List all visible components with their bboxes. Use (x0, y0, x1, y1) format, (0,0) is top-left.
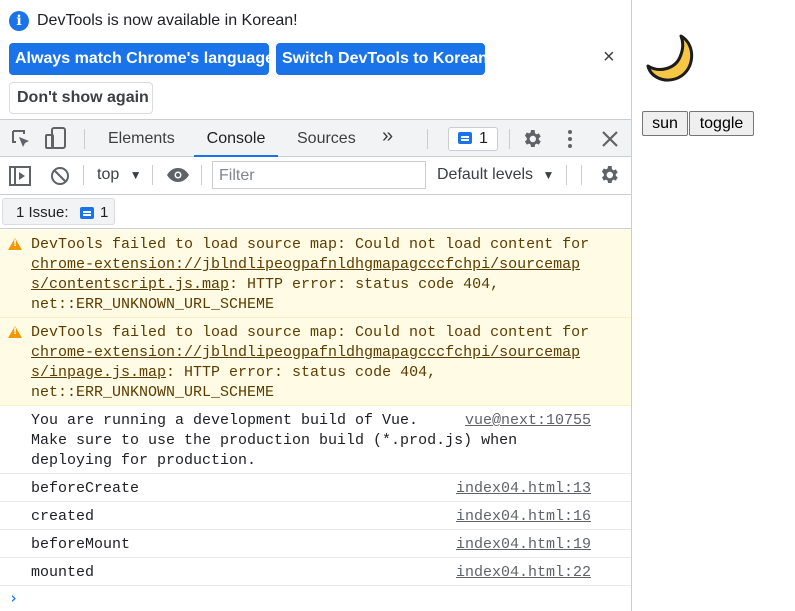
settings-gear-icon[interactable] (521, 128, 543, 150)
message-body: DevTools failed to load source map: Coul… (31, 323, 596, 403)
message-icon (458, 132, 472, 144)
sidebar-toggle-icon[interactable] (9, 166, 31, 186)
message-text: net::ERR_UNKNOWN_URL_SCHEME (31, 384, 275, 401)
toolbar-divider (427, 129, 428, 149)
close-devtools-icon[interactable] (601, 130, 619, 148)
more-options-icon[interactable] (565, 128, 575, 150)
message-icon (80, 207, 94, 219)
console-info-message: You are running a development build of V… (0, 406, 631, 474)
open-issues-button[interactable]: 1 Issue: 1 (2, 198, 115, 225)
message-source-link[interactable]: index04.html:22 (456, 563, 591, 583)
sun-button[interactable]: sun (642, 111, 688, 136)
live-expression-eye-icon[interactable] (166, 168, 190, 182)
source-map-link[interactable]: s/inpage.js.map (31, 364, 166, 381)
issues-counter-button[interactable]: 1 (448, 127, 498, 151)
toolbar-divider (581, 165, 582, 185)
message-text: deploying for production. (31, 452, 257, 469)
close-infobar-icon[interactable]: × (603, 47, 615, 67)
dropdown-arrow-icon: ▼ (129, 168, 142, 182)
main-toolbar: Elements Console Sources » 1 (0, 119, 631, 157)
message-text: : HTTP error: status code 404, (229, 276, 500, 293)
toolbar-divider (152, 165, 153, 185)
language-infobar: i DevTools is now available in Korean! A… (0, 0, 631, 119)
console-toolbar: top ▼ Filter Default levels ▼ (0, 157, 631, 195)
context-label: top (97, 166, 120, 183)
warning-icon (8, 326, 22, 338)
infobar-message: DevTools is now available in Korean! (37, 12, 298, 29)
tab-console[interactable]: Console (194, 120, 278, 157)
tab-sources[interactable]: Sources (297, 120, 356, 157)
log-levels-dropdown[interactable]: Default levels ▼ (437, 166, 554, 184)
always-match-language-button[interactable]: Always match Chrome's language (9, 43, 274, 75)
info-icon: i (9, 11, 29, 31)
dont-show-again-button[interactable]: Don't show again (9, 82, 153, 114)
inspect-element-icon[interactable] (10, 128, 32, 150)
console-prompt-chevron-icon[interactable]: › (9, 589, 18, 607)
dropdown-arrow-icon: ▼ (542, 168, 555, 182)
tab-elements[interactable]: Elements (108, 120, 175, 157)
log-levels-label: Default levels (437, 166, 534, 183)
console-filter-input[interactable]: Filter (212, 161, 426, 189)
message-source-link[interactable]: index04.html:19 (456, 535, 591, 555)
context-selector[interactable]: top ▼ (97, 166, 142, 184)
source-map-link[interactable]: chrome-extension://jblndlipeogpafnldhgma… (31, 256, 580, 273)
message-text: net::ERR_UNKNOWN_URL_SCHEME (31, 296, 275, 313)
message-body: DevTools failed to load source map: Coul… (31, 235, 596, 315)
console-warning-message: DevTools failed to load source map: Coul… (0, 230, 631, 318)
console-log-message: mounted index04.html:22 (0, 558, 631, 586)
warning-icon (8, 238, 22, 250)
source-map-link[interactable]: chrome-extension://jblndlipeogpafnldhgma… (31, 344, 580, 361)
console-log-message: created index04.html:16 (0, 502, 631, 530)
issues-count: 1 (479, 130, 488, 147)
toolbar-divider (509, 129, 510, 149)
more-tabs-icon[interactable]: » (382, 118, 393, 155)
console-log-message: beforeMount index04.html:19 (0, 530, 631, 558)
issues-bar: 1 Issue: 1 (0, 195, 631, 229)
message-text: : HTTP error: status code 404, (166, 364, 437, 381)
message-text: Make sure to use the production build (*… (31, 432, 518, 449)
message-source-link[interactable]: index04.html:13 (456, 479, 591, 499)
message-source-link[interactable]: index04.html:16 (456, 507, 591, 527)
message-text: DevTools failed to load source map: Coul… (31, 236, 590, 253)
console-warning-message: DevTools failed to load source map: Coul… (0, 318, 631, 406)
console-log-message: beforeCreate index04.html:13 (0, 474, 631, 502)
toolbar-divider (566, 165, 567, 185)
crescent-moon-icon (646, 34, 694, 82)
clear-console-icon[interactable] (50, 166, 70, 186)
toolbar-divider (84, 129, 85, 149)
issues-bar-count: 1 (100, 204, 109, 221)
devtools-panel: i DevTools is now available in Korean! A… (0, 0, 632, 611)
device-toolbar-icon[interactable] (44, 126, 70, 150)
message-text: You are running a development build of V… (31, 412, 419, 429)
switch-to-korean-button[interactable]: Switch DevTools to Korean (276, 43, 488, 75)
source-map-link[interactable]: s/contentscript.js.map (31, 276, 229, 293)
issues-label: 1 Issue: (16, 204, 69, 221)
toggle-button[interactable]: toggle (689, 111, 754, 136)
message-text: DevTools failed to load source map: Coul… (31, 324, 590, 341)
console-settings-gear-icon[interactable] (598, 164, 620, 186)
message-source-link[interactable]: vue@next:10755 (465, 411, 591, 431)
toolbar-divider (201, 165, 202, 185)
toolbar-divider (83, 165, 84, 185)
